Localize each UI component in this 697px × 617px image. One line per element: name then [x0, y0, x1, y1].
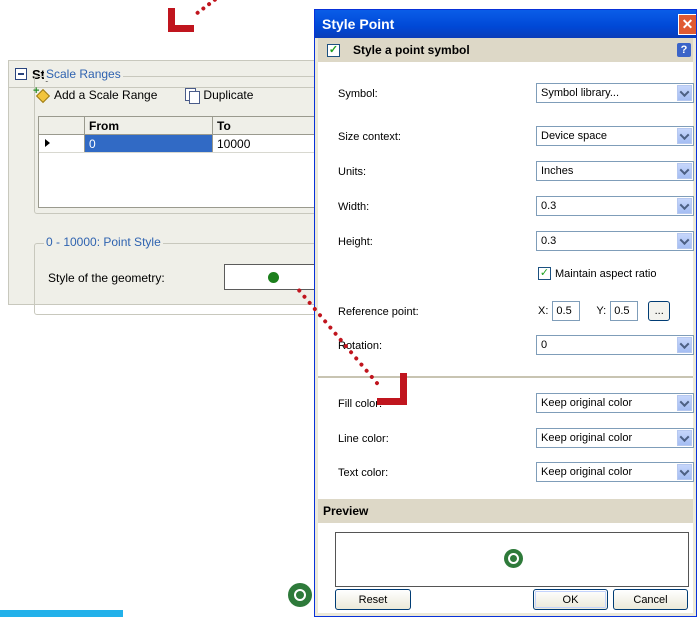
line-color-row: Line color: Keep original color	[318, 428, 694, 450]
fill-color-row: Fill color: Keep original color	[318, 393, 694, 415]
rotation-field[interactable]: 0	[536, 335, 694, 355]
grid-header: From To	[39, 117, 319, 135]
symbol-value: Symbol library...	[541, 87, 620, 99]
line-color-value: Keep original color	[541, 432, 633, 444]
scale-range-grid[interactable]: From To 0 10000	[38, 116, 320, 208]
scale-range-toolbar: + Add a Scale Range Duplicate	[33, 84, 254, 106]
maintain-aspect-row[interactable]: ✓ Maintain aspect ratio	[538, 267, 657, 280]
dialog-title: Style Point	[322, 16, 395, 32]
size-context-value: Device space	[541, 130, 608, 142]
table-row[interactable]: 0 10000	[39, 135, 319, 153]
height-row: Height: 0.3	[318, 231, 694, 253]
dialog-body: ✓ Style a point symbol ? Symbol: Symbol …	[318, 38, 694, 613]
point-symbol-icon	[268, 272, 279, 283]
size-context-label: Size context:	[338, 131, 401, 143]
width-label: Width:	[338, 201, 370, 213]
symbol-label: Symbol:	[338, 88, 378, 100]
logo-icon	[288, 583, 312, 607]
width-value: 0.3	[541, 200, 557, 212]
style-point-section-title: Style a point symbol	[353, 43, 470, 57]
text-color-row: Text color: Keep original color	[318, 462, 694, 484]
add-scale-range-label: Add a Scale Range	[54, 88, 158, 102]
reset-button[interactable]: Reset	[335, 589, 411, 610]
chevron-down-icon[interactable]	[677, 430, 692, 446]
height-label: Height:	[338, 236, 373, 248]
cell-to[interactable]: 10000	[213, 135, 319, 152]
geometry-style-label: Style of the geometry:	[48, 271, 165, 285]
line-color-label: Line color:	[338, 433, 389, 445]
collapse-icon[interactable]	[15, 68, 27, 80]
line-color-select[interactable]: Keep original color	[536, 428, 694, 448]
reference-x-label: X:	[538, 305, 549, 317]
chevron-down-icon[interactable]	[677, 198, 692, 214]
rotation-row: Rotation: 0	[318, 335, 694, 357]
width-field[interactable]: 0.3	[536, 196, 694, 216]
symbol-select[interactable]: Symbol library...	[536, 83, 694, 103]
size-context-row: Size context: Device space	[318, 126, 694, 148]
symbol-row: Symbol: Symbol library...	[318, 83, 694, 105]
maintain-aspect-checkbox[interactable]: ✓	[538, 267, 551, 280]
chevron-down-icon[interactable]	[677, 85, 692, 101]
reference-x-input[interactable]: 0.5	[552, 301, 581, 321]
row-pointer-icon	[45, 139, 50, 147]
height-value: 0.3	[541, 235, 557, 247]
style-point-checkbox[interactable]: ✓	[327, 43, 340, 57]
text-color-value: Keep original color	[541, 466, 633, 478]
cell-from[interactable]: 0	[85, 135, 213, 152]
style-point-section-header: ✓ Style a point symbol ?	[318, 38, 693, 62]
chevron-down-icon[interactable]	[677, 464, 692, 480]
preview-title: Preview	[323, 504, 369, 518]
duplicate-button[interactable]: Duplicate	[185, 88, 254, 104]
preview-symbol-icon	[504, 549, 523, 568]
close-button[interactable]: ✕	[678, 14, 696, 35]
maintain-aspect-label: Maintain aspect ratio	[555, 267, 657, 280]
chevron-down-icon[interactable]	[677, 233, 692, 249]
preview-section-header: Preview	[318, 499, 693, 523]
reference-y-input[interactable]: 0.5	[610, 301, 639, 321]
grid-header-from[interactable]: From	[85, 117, 213, 134]
point-style-legend: 0 - 10000: Point Style	[44, 235, 163, 249]
accent-bar	[0, 610, 123, 617]
rotation-value: 0	[541, 339, 548, 351]
style-point-dialog: Style Point ✕ ✓ Style a point symbol ? S…	[314, 9, 697, 617]
grid-header-indicator	[39, 117, 85, 134]
add-scale-range-button[interactable]: + Add a Scale Range	[33, 85, 158, 104]
text-color-label: Text color:	[338, 467, 389, 479]
chevron-down-icon[interactable]	[677, 337, 692, 353]
ok-button[interactable]: OK	[533, 589, 608, 610]
units-label: Units:	[338, 166, 367, 178]
duplicate-icon	[185, 88, 201, 104]
duplicate-label: Duplicate	[203, 88, 254, 102]
size-context-select[interactable]: Device space	[536, 126, 694, 146]
reference-y-label: Y:	[596, 305, 607, 317]
width-row: Width: 0.3	[318, 196, 694, 218]
grid-header-to[interactable]: To	[213, 117, 319, 134]
units-value: Inches	[541, 165, 574, 177]
row-selector[interactable]	[39, 135, 85, 152]
units-select[interactable]: Inches	[536, 161, 694, 181]
help-icon[interactable]: ?	[677, 43, 691, 57]
geometry-style-preview[interactable]	[224, 264, 318, 290]
cancel-button[interactable]: Cancel	[613, 589, 688, 610]
chevron-down-icon[interactable]	[677, 128, 692, 144]
reference-point-label: Reference point:	[338, 306, 419, 318]
scale-ranges-legend: Scale Ranges	[44, 67, 123, 81]
height-field[interactable]: 0.3	[536, 231, 694, 251]
reference-point-fields: X: 0.5 Y: 0.5 ...	[538, 301, 671, 321]
text-color-select[interactable]: Keep original color	[536, 462, 694, 482]
fill-color-value: Keep original color	[541, 397, 633, 409]
fill-color-label: Fill color:	[338, 398, 383, 410]
symbol-preview	[335, 532, 689, 587]
units-row: Units: Inches	[318, 161, 694, 183]
reference-point-browse-button[interactable]: ...	[648, 301, 671, 321]
chevron-down-icon[interactable]	[677, 163, 692, 179]
dialog-titlebar[interactable]: Style Point ✕	[315, 10, 696, 38]
chevron-down-icon[interactable]	[677, 395, 692, 411]
fill-color-select[interactable]: Keep original color	[536, 393, 694, 413]
add-scale-range-icon: +	[33, 85, 51, 104]
